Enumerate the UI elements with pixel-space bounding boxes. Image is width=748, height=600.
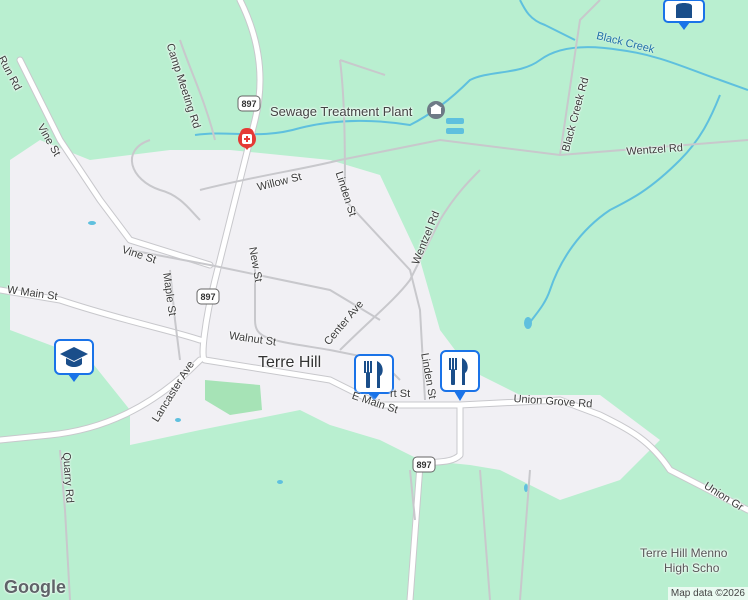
building-poi-icon bbox=[427, 101, 445, 119]
route-897-shield-1: 897 bbox=[237, 95, 261, 112]
street-label-short: rt St bbox=[390, 388, 411, 400]
hospital-icon bbox=[242, 134, 252, 144]
svg-text:897: 897 bbox=[241, 99, 256, 109]
building-icon bbox=[676, 3, 692, 18]
school-marker[interactable] bbox=[54, 339, 94, 382]
map-attribution[interactable]: Map data ©2026 bbox=[667, 587, 748, 600]
svg-text:897: 897 bbox=[416, 460, 431, 470]
map-canvas[interactable]: 897 897 897 bbox=[0, 0, 748, 600]
route-897-shield-3: 897 bbox=[412, 456, 436, 473]
top-right-marker[interactable] bbox=[663, 0, 705, 30]
poi-label-school-1[interactable]: Terre Hill Menno bbox=[640, 546, 727, 560]
town-label: Terre Hill bbox=[258, 354, 322, 371]
town-area bbox=[10, 140, 660, 500]
hospital-marker[interactable] bbox=[238, 128, 256, 150]
poi-label-sewage[interactable]: Sewage Treatment Plant bbox=[270, 104, 412, 119]
svg-text:897: 897 bbox=[200, 292, 215, 302]
route-897-shield-2: 897 bbox=[196, 288, 220, 305]
google-logo: Google bbox=[4, 577, 66, 597]
poi-label-school-2[interactable]: High Scho bbox=[664, 561, 719, 575]
